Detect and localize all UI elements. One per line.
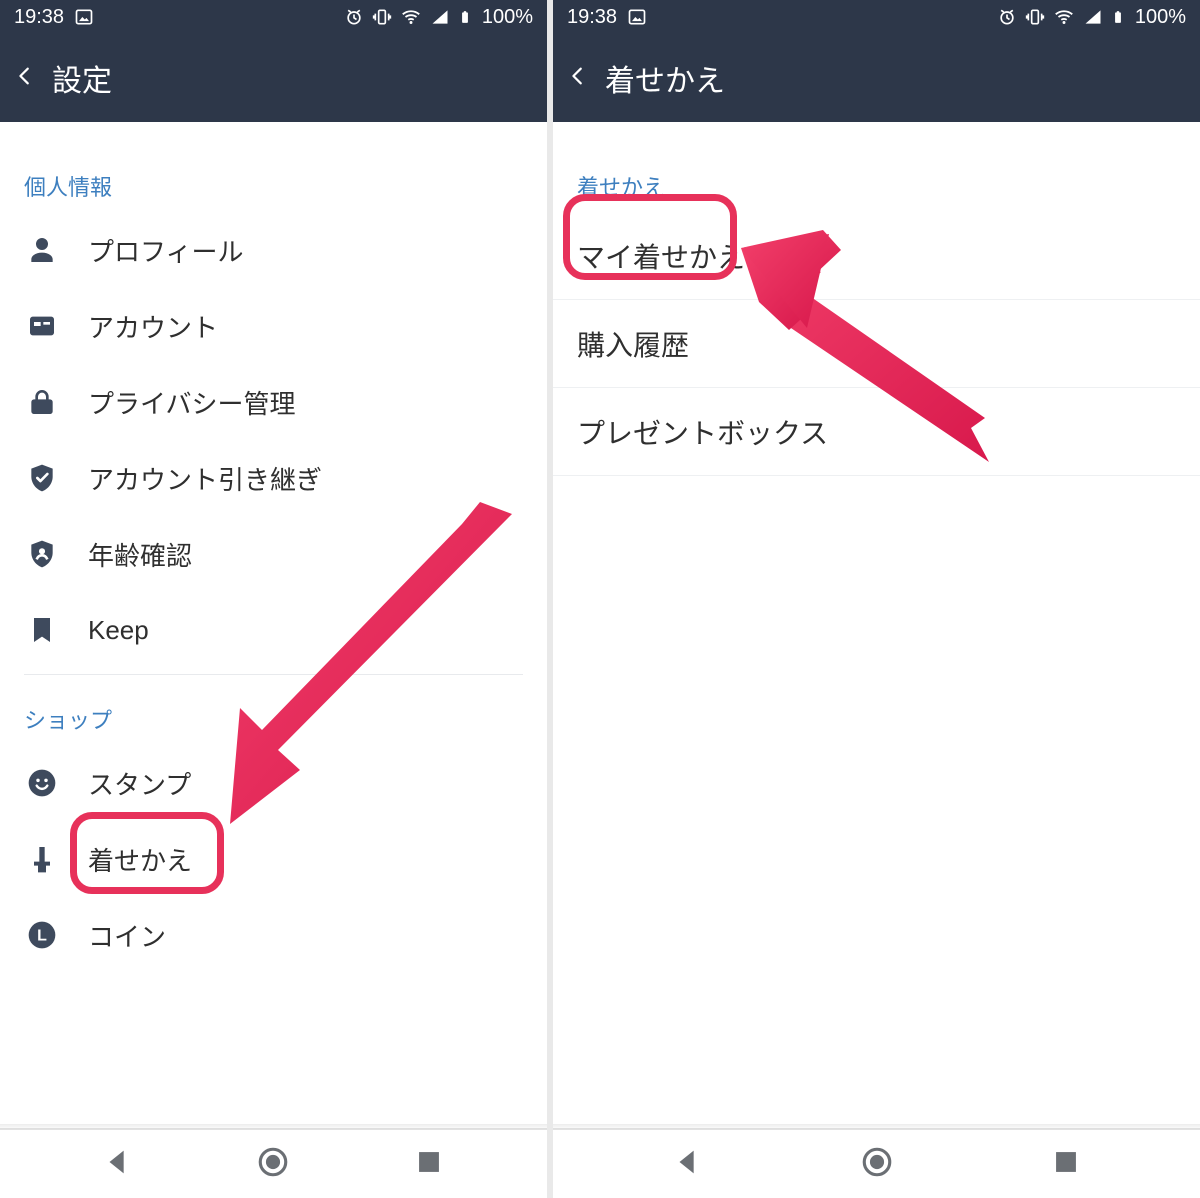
settings-item-account[interactable]: アカウント <box>0 288 547 364</box>
phone-right: 19:38 100% 着せ <box>553 0 1200 1198</box>
wifi-icon <box>400 6 422 28</box>
battery-percent: 100% <box>482 6 533 29</box>
id-card-icon <box>24 308 60 344</box>
nav-recent-button[interactable] <box>1049 1145 1083 1184</box>
clock: 19:38 <box>14 6 64 29</box>
picture-icon <box>74 7 94 27</box>
settings-item-stamp[interactable]: スタンプ <box>0 745 547 821</box>
section-personal: 個人情報 <box>0 122 547 212</box>
person-icon <box>24 232 60 268</box>
cell-signal-icon <box>430 7 450 27</box>
battery-icon <box>458 6 472 28</box>
settings-item-coin[interactable]: L コイン <box>0 897 547 973</box>
settings-label: スタンプ <box>88 765 191 802</box>
nav-back-button[interactable] <box>671 1145 705 1184</box>
shield-check-icon <box>24 460 60 496</box>
settings-item-keep[interactable]: Keep <box>0 592 547 668</box>
settings-label: Keep <box>88 615 149 646</box>
nav-recent-button[interactable] <box>412 1145 446 1184</box>
bookmark-icon <box>24 612 60 648</box>
app-bar: 着せかえ <box>553 34 1200 122</box>
app-bar: 設定 <box>0 34 547 122</box>
settings-item-theme[interactable]: 着せかえ <box>0 821 547 897</box>
content: 個人情報 プロフィール アカウント プライバシー管理 アカウント引き継ぎ <box>0 122 547 1128</box>
settings-item-age[interactable]: 年齢確認 <box>0 516 547 592</box>
android-nav-bar <box>0 1128 547 1198</box>
lock-icon <box>24 384 60 420</box>
clock: 19:38 <box>567 6 617 29</box>
status-bar: 19:38 100% <box>0 0 547 34</box>
settings-label: コイン <box>88 917 166 954</box>
battery-icon <box>1111 6 1125 28</box>
page-title: 設定 <box>52 56 112 100</box>
android-nav-bar <box>553 1128 1200 1198</box>
vibrate-icon <box>1025 7 1045 27</box>
back-button[interactable] <box>14 62 36 95</box>
section-shop: ショップ <box>0 675 547 745</box>
shield-user-icon <box>24 536 60 572</box>
settings-label: 年齢確認 <box>88 536 192 573</box>
settings-item-privacy[interactable]: プライバシー管理 <box>0 364 547 440</box>
svg-text:L: L <box>37 927 47 944</box>
theme-item-history[interactable]: 購入履歴 <box>553 300 1200 388</box>
picture-icon <box>627 7 647 27</box>
content: 着せかえ マイ着せかえ 購入履歴 プレゼントボックス <box>553 122 1200 1128</box>
brush-icon <box>24 841 60 877</box>
section-theme: 着せかえ <box>553 122 1200 212</box>
settings-label: 着せかえ <box>88 841 192 878</box>
alarm-icon <box>344 7 364 27</box>
settings-label: アカウント <box>88 308 218 345</box>
nav-back-button[interactable] <box>101 1145 135 1184</box>
list-label: マイ着せかえ <box>577 236 745 276</box>
settings-label: プロフィール <box>88 232 243 269</box>
battery-percent: 100% <box>1135 6 1186 29</box>
theme-item-present[interactable]: プレゼントボックス <box>553 388 1200 476</box>
wifi-icon <box>1053 6 1075 28</box>
coin-icon: L <box>24 917 60 953</box>
settings-item-takeover[interactable]: アカウント引き継ぎ <box>0 440 547 516</box>
nav-home-button[interactable] <box>860 1145 894 1184</box>
settings-item-profile[interactable]: プロフィール <box>0 212 547 288</box>
nav-home-button[interactable] <box>256 1145 290 1184</box>
list-label: プレゼントボックス <box>577 412 828 452</box>
status-bar: 19:38 100% <box>553 0 1200 34</box>
settings-label: プライバシー管理 <box>88 384 295 421</box>
vibrate-icon <box>372 7 392 27</box>
alarm-icon <box>997 7 1017 27</box>
back-button[interactable] <box>567 62 589 95</box>
list-label: 購入履歴 <box>577 324 689 364</box>
smile-icon <box>24 765 60 801</box>
phone-left: 19:38 100% <box>0 0 547 1198</box>
page-title: 着せかえ <box>605 56 725 100</box>
cell-signal-icon <box>1083 7 1103 27</box>
settings-label: アカウント引き継ぎ <box>88 460 322 497</box>
theme-item-mytheme[interactable]: マイ着せかえ <box>553 212 1200 300</box>
